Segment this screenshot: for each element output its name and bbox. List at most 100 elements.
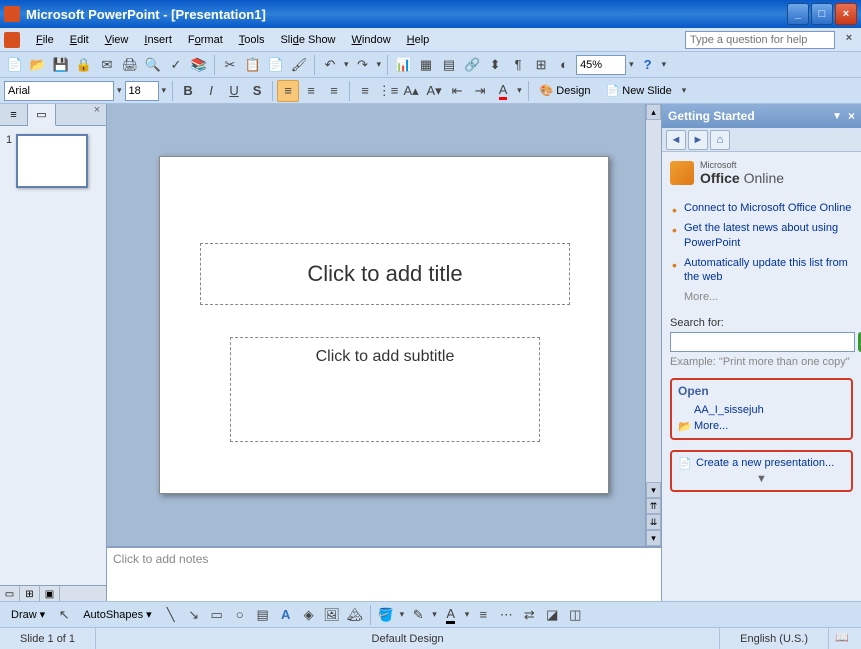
new-button[interactable]: 📄 (4, 54, 26, 76)
menu-format[interactable]: Format (180, 31, 231, 49)
menu-help[interactable]: Help (399, 31, 438, 49)
expand-button[interactable]: ▼ (678, 471, 845, 487)
nav-forward-button[interactable]: ► (688, 130, 708, 150)
font-color-draw-button[interactable]: A (440, 604, 462, 626)
slideshow-view-button[interactable]: ▣ (40, 586, 60, 602)
outline-tab[interactable]: ≡ (0, 104, 28, 126)
undo-button[interactable]: ↶ (319, 54, 341, 76)
save-button[interactable]: 💾 (50, 54, 72, 76)
bold-button[interactable]: B (177, 80, 199, 102)
draw-menu-button[interactable]: Draw ▾ (4, 604, 52, 626)
line-style-button[interactable]: ≡ (472, 604, 494, 626)
cut-button[interactable]: ✂ (219, 54, 241, 76)
shadow-button[interactable]: S (246, 80, 268, 102)
rectangle-button[interactable]: ▭ (206, 604, 228, 626)
link-connect-office[interactable]: Connect to Microsoft Office Online (684, 198, 853, 218)
slides-tab[interactable]: ▭ (28, 104, 56, 126)
scroll-menu-button[interactable]: ▾ (646, 530, 661, 546)
menu-tools[interactable]: Tools (231, 31, 273, 49)
clipart-button[interactable]: 🖼 (321, 604, 343, 626)
title-placeholder[interactable]: Click to add title (200, 243, 570, 305)
spelling-status-icon[interactable]: 📖 (835, 631, 855, 647)
format-toolbar-options[interactable]: ▾ (680, 85, 689, 96)
fill-color-button[interactable]: 🪣 (375, 604, 397, 626)
font-combo[interactable] (4, 81, 114, 101)
picture-button[interactable]: 🏔 (344, 604, 366, 626)
bullets-button[interactable]: ⋮≡ (377, 80, 399, 102)
spelling-button[interactable]: ✓ (165, 54, 187, 76)
research-button[interactable]: 📚 (188, 54, 210, 76)
panel-close-button[interactable]: × (88, 104, 106, 125)
print-preview-button[interactable]: 🔍 (142, 54, 164, 76)
tables-borders-button[interactable]: ▤ (438, 54, 460, 76)
design-button[interactable]: 🎨 Design (533, 80, 598, 102)
3d-style-button[interactable]: ◫ (564, 604, 586, 626)
undo-dropdown[interactable]: ▾ (342, 59, 351, 70)
new-slide-button[interactable]: 📄 New Slide (599, 80, 679, 102)
insert-chart-button[interactable]: 📊 (392, 54, 414, 76)
diagram-button[interactable]: ◈ (298, 604, 320, 626)
notes-pane[interactable]: Click to add notes (107, 546, 661, 601)
email-button[interactable]: ✉ (96, 54, 118, 76)
scroll-down-button[interactable]: ▾ (646, 482, 661, 498)
document-icon[interactable] (4, 32, 20, 48)
numbering-button[interactable]: ≡ (354, 80, 376, 102)
search-input[interactable] (670, 332, 855, 352)
select-objects-button[interactable]: ↖ (53, 604, 75, 626)
next-slide-button[interactable]: ⇊ (646, 514, 661, 530)
menu-slideshow[interactable]: Slide Show (272, 31, 343, 49)
create-new-link[interactable]: 📄Create a new presentation... (678, 455, 845, 471)
sorter-view-button[interactable]: ⊞ (20, 586, 40, 602)
show-formatting-button[interactable]: ¶ (507, 54, 529, 76)
menu-edit[interactable]: Edit (62, 31, 97, 49)
nav-back-button[interactable]: ◄ (666, 130, 686, 150)
align-right-button[interactable]: ≡ (323, 80, 345, 102)
insert-hyperlink-button[interactable]: 🔗 (461, 54, 483, 76)
align-center-button[interactable]: ≡ (300, 80, 322, 102)
expand-all-button[interactable]: ⬍ (484, 54, 506, 76)
open-more-link[interactable]: 📂More... (678, 418, 845, 434)
font-size-combo[interactable] (125, 81, 159, 101)
underline-button[interactable]: U (223, 80, 245, 102)
help-button[interactable]: ? (637, 54, 659, 76)
font-color-button[interactable]: A (492, 80, 514, 102)
shadow-style-button[interactable]: ◪ (541, 604, 563, 626)
wordart-button[interactable]: A (275, 604, 297, 626)
zoom-dropdown[interactable]: ▾ (627, 59, 636, 70)
permission-button[interactable]: 🔒 (73, 54, 95, 76)
nav-home-button[interactable]: ⌂ (710, 130, 730, 150)
menu-file[interactable]: File (28, 31, 62, 49)
color-grayscale-button[interactable]: ◐ (553, 54, 575, 76)
slide-canvas-area[interactable]: Click to add title Click to add subtitle (107, 104, 661, 546)
open-button[interactable]: 📂 (27, 54, 49, 76)
close-button[interactable]: × (835, 3, 857, 25)
autoshapes-button[interactable]: AutoShapes ▾ (76, 604, 158, 626)
font-size-dropdown[interactable]: ▾ (160, 85, 169, 96)
scroll-up-button[interactable]: ▴ (646, 104, 661, 120)
menu-insert[interactable]: Insert (136, 31, 180, 49)
task-pane-menu-button[interactable]: ▼ (832, 111, 842, 122)
show-grid-button[interactable]: ⊞ (530, 54, 552, 76)
font-color-draw-dropdown[interactable]: ▾ (463, 609, 472, 620)
help-search-input[interactable] (685, 31, 835, 49)
redo-dropdown[interactable]: ▾ (375, 59, 384, 70)
fill-color-dropdown[interactable]: ▾ (398, 609, 407, 620)
increase-font-button[interactable]: A▴ (400, 80, 422, 102)
textbox-button[interactable]: ▤ (252, 604, 274, 626)
slide-thumbnail[interactable] (16, 134, 88, 188)
insert-table-button[interactable]: ▦ (415, 54, 437, 76)
arrow-style-button[interactable]: ⇄ (518, 604, 540, 626)
arrow-button[interactable]: ↘ (183, 604, 205, 626)
font-dropdown[interactable]: ▾ (115, 85, 124, 96)
menu-view[interactable]: View (97, 31, 137, 49)
maximize-button[interactable]: □ (811, 3, 833, 25)
zoom-combo[interactable] (576, 55, 626, 75)
subtitle-placeholder[interactable]: Click to add subtitle (230, 337, 540, 442)
minimize-button[interactable]: _ (787, 3, 809, 25)
print-button[interactable]: 🖨 (119, 54, 141, 76)
normal-view-button[interactable]: ▭ (0, 586, 20, 602)
redo-button[interactable]: ↷ (352, 54, 374, 76)
increase-indent-button[interactable]: ⇥ (469, 80, 491, 102)
line-button[interactable]: ╲ (160, 604, 182, 626)
align-left-button[interactable]: ≡ (277, 80, 299, 102)
